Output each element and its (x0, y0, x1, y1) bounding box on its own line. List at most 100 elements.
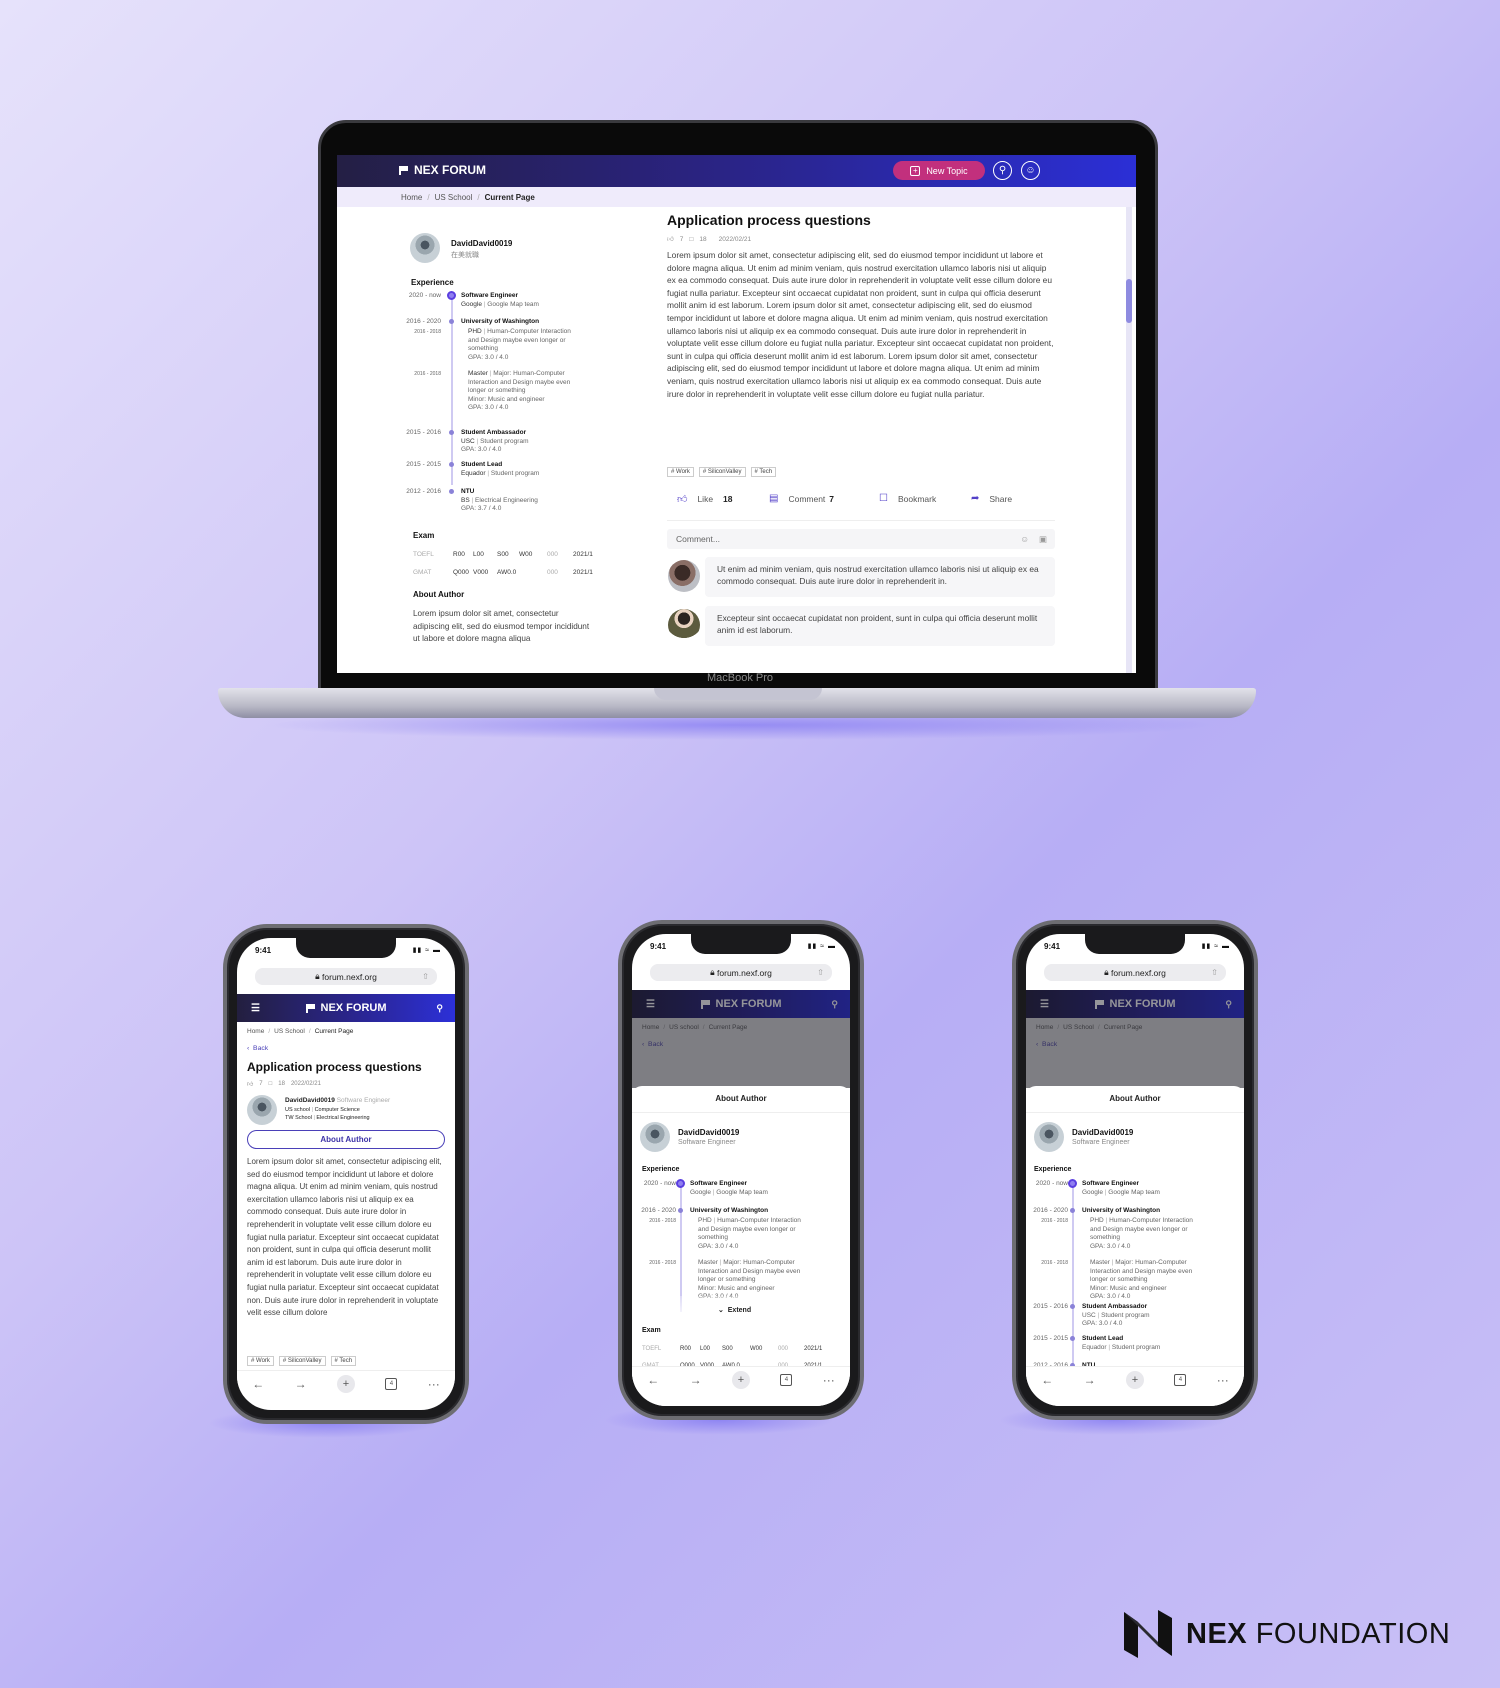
commenter-avatar[interactable] (668, 609, 700, 641)
comment-input[interactable]: Comment... ☺ ▣ (667, 529, 1055, 549)
more-icon[interactable]: ··· (428, 1377, 440, 1391)
author-avatar[interactable] (410, 233, 440, 263)
browser-toolbar: ← → +4 ··· (1026, 1366, 1244, 1392)
laptop-notch (654, 688, 822, 700)
thumbs-up-icon: 👍︎ (677, 494, 688, 505)
breadcrumb: Home / US School / Current Page (337, 187, 1136, 207)
sheet-title: About Author (715, 1094, 767, 1103)
exp-date: 2015 - 2015 (406, 461, 441, 468)
comment-icon: □ (689, 235, 694, 243)
phone-about-expanded: 9:41 ▮▮ ≈ ▬ 🔒︎ forum.nexf.org ⇧ ☰ NEX FORU… (1012, 920, 1258, 1420)
post-meta: 👍︎ 7 □ 18 2022/02/21 (247, 1081, 321, 1088)
timeline-dot-current (447, 291, 456, 300)
exam-row: TOEFL R00 L00 S00 W00 000 2021/1 (413, 551, 593, 558)
tag[interactable]: # Work (667, 467, 694, 477)
nex-logo-icon (1124, 1610, 1172, 1658)
like-button[interactable]: 👍︎ Like 18 (677, 493, 733, 505)
forward-arrow-icon[interactable]: → (295, 1377, 307, 1391)
browser-toolbar: ← → +4 ··· (237, 1370, 455, 1396)
author-name[interactable]: DavidDavid0019 (451, 239, 512, 248)
back-arrow-icon[interactable]: ← (1041, 1373, 1053, 1387)
status-time: 9:41 (255, 946, 272, 955)
bookmark-button[interactable]: ☐ Bookmark (879, 493, 936, 504)
menu-icon[interactable]: ☰ (251, 1003, 260, 1014)
forward-arrow-icon[interactable]: → (690, 1373, 702, 1387)
search-icon[interactable]: ⚲ (436, 1003, 443, 1014)
exp-subdate: 2016 - 2018 (414, 329, 441, 335)
tag[interactable]: # Tech (750, 467, 777, 477)
status-icons: ▮▮ ≈ ▬ (1201, 943, 1230, 950)
emoji-icon[interactable]: ☺ (1020, 534, 1029, 544)
new-tab-icon[interactable]: + (336, 1374, 355, 1393)
new-tab-icon[interactable]: + (1125, 1370, 1144, 1389)
url-bar[interactable]: 🔒︎ forum.nexf.org ⇧ (1044, 964, 1226, 981)
exp-item: Student Lead Equador | Student program (461, 461, 540, 477)
exp-date: 2016 - 2020 (406, 318, 441, 325)
tag-list: # Work # SiliconValley # Tech (247, 1349, 361, 1367)
camera-icon[interactable]: ▣ (1039, 534, 1047, 545)
exp-item: Software Engineer Google | Google Map te… (461, 292, 539, 308)
url-bar[interactable]: 🔒︎ forum.nexf.org ⇧ (255, 968, 437, 985)
author-info: DavidDavid0019 Software Engineer US scho… (285, 1097, 391, 1121)
new-tab-icon[interactable]: + (731, 1370, 750, 1389)
phone-notch (691, 934, 791, 954)
phone-notch (296, 938, 396, 958)
post-body: Lorem ipsum dolor sit amet, consectetur … (247, 1157, 442, 1318)
experience-heading: Experience (411, 278, 454, 287)
new-topic-label: New Topic (926, 165, 968, 176)
post-title: Application process questions (247, 1060, 422, 1074)
browser-toolbar: ← → +4 ··· (632, 1366, 850, 1392)
author-subtitle: 在美就職 (451, 252, 479, 259)
commenter-avatar[interactable] (668, 560, 700, 592)
exp-subitem: Master | Major: Human-Computer Interacti… (468, 370, 571, 411)
tabs-icon[interactable]: 4 (1174, 1373, 1187, 1386)
exp-date: 2020 - now (408, 292, 441, 299)
phone-about-collapsed: 9:41 ▮▮ ≈ ▬ 🔒︎ forum.nexf.org ⇧ ☰ NEX FORU… (618, 920, 864, 1420)
share-icon[interactable]: ⇧ (422, 972, 429, 981)
back-arrow-icon[interactable]: ← (647, 1373, 659, 1387)
extend-button[interactable]: ⌄ Extend (718, 1306, 751, 1314)
logo[interactable]: NEX FORUM (399, 163, 486, 177)
author-role: Software Engineer (1072, 1139, 1130, 1146)
scrollbar[interactable] (1126, 207, 1132, 673)
dim-overlay[interactable] (1026, 1018, 1244, 1088)
dim-overlay[interactable] (632, 1018, 850, 1088)
forward-arrow-icon[interactable]: → (1084, 1373, 1096, 1387)
breadcrumb-us-school[interactable]: US School (435, 193, 473, 202)
timeline-dot (449, 430, 454, 435)
desktop-header: NEX FORUM + New Topic ⚲ ☺ (337, 155, 1136, 187)
back-link[interactable]: ‹ Back (247, 1045, 268, 1052)
comment-button[interactable]: ▤ Comment 7 (769, 493, 834, 504)
about-author-button[interactable]: About Author (247, 1130, 445, 1149)
dim-overlay[interactable] (1026, 990, 1244, 1018)
author-avatar[interactable] (1034, 1122, 1064, 1152)
status-time: 9:41 (650, 942, 667, 951)
breadcrumb-home[interactable]: Home (401, 193, 422, 202)
more-icon[interactable]: ··· (1217, 1373, 1229, 1387)
share-button[interactable]: ➦ Share (971, 493, 1012, 504)
exam-row: TOEFL R00 L00 S00 W00 000 2021/1 (642, 1346, 823, 1352)
bookmark-icon: ☐ (879, 493, 888, 504)
comment-bubble: Excepteur sint occaecat cupidatat non pr… (705, 606, 1055, 646)
user-icon[interactable]: ☺ (1021, 161, 1040, 180)
comment-bubble: Ut enim ad minim veniam, quis nostrud ex… (705, 557, 1055, 597)
logo-text: NEX FORUM (414, 163, 486, 177)
author-avatar[interactable] (247, 1095, 277, 1125)
post-meta: 👍︎ 7 □ 18 2022/02/21 (667, 235, 752, 244)
url-bar[interactable]: 🔒︎ forum.nexf.org ⇧ (650, 964, 832, 981)
tag[interactable]: # SiliconValley (698, 467, 746, 477)
sheet-title: About Author (1109, 1094, 1161, 1103)
tabs-icon[interactable]: 4 (385, 1377, 398, 1390)
back-arrow-icon[interactable]: ← (252, 1377, 264, 1391)
new-topic-button[interactable]: + New Topic (893, 161, 985, 180)
about-heading: About Author (413, 590, 465, 599)
tabs-icon[interactable]: 4 (780, 1373, 793, 1386)
author-avatar[interactable] (640, 1122, 670, 1152)
about-author-sheet: About Author DavidDavid0019 Software Eng… (632, 1086, 850, 1406)
search-icon[interactable]: ⚲ (993, 161, 1012, 180)
dim-overlay[interactable] (632, 990, 850, 1018)
more-icon[interactable]: ··· (823, 1373, 835, 1387)
scrollbar-thumb[interactable] (1126, 279, 1132, 323)
exp-item: University of Washington (461, 318, 540, 325)
timeline-dot (449, 462, 454, 467)
